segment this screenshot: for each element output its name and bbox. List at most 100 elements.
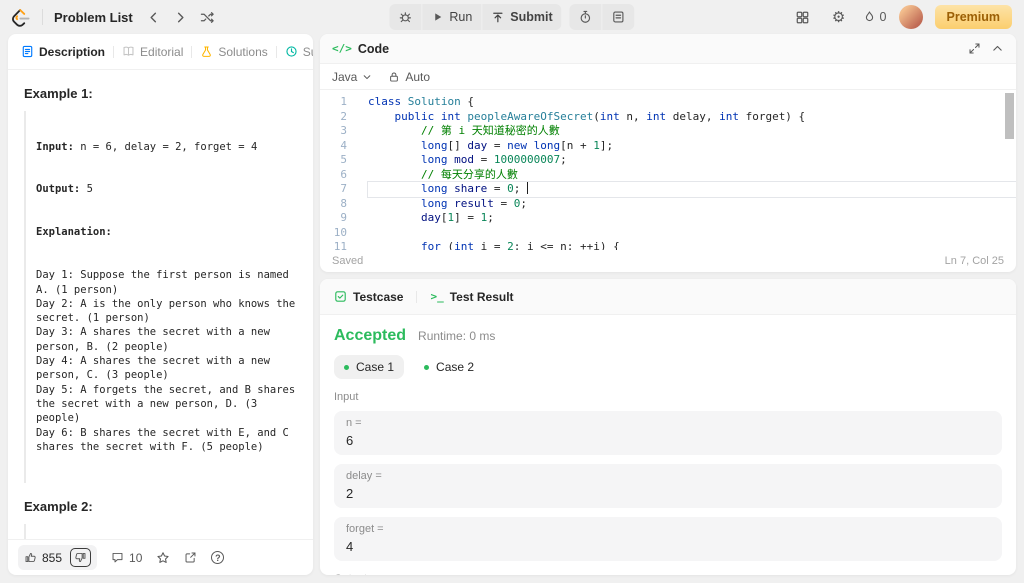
tab-divider <box>416 290 418 303</box>
like-count: 855 <box>42 550 63 565</box>
navbar-right: ⚙ 0 Premium <box>791 5 1012 29</box>
code-gutter: 1 2 3 4 5 6 7 8 9 10 11 <box>320 95 356 250</box>
editor-scrollbar-thumb[interactable] <box>1005 93 1014 139</box>
submit-button[interactable]: Submit <box>482 4 562 30</box>
testcase-field-forget: forget = 4 <box>334 517 1002 561</box>
case-label: Case 2 <box>436 360 475 374</box>
code-line[interactable]: long result = 0; <box>368 197 1016 212</box>
tab-editorial[interactable]: Editorial <box>115 41 190 63</box>
debug-button[interactable] <box>389 4 422 30</box>
tab-divider <box>113 45 115 58</box>
next-problem-button[interactable] <box>169 5 193 29</box>
save-status: Saved <box>332 255 364 267</box>
book-icon <box>123 46 134 56</box>
code-line[interactable]: class Solution { <box>368 95 1016 110</box>
code-line[interactable]: public int peopleAwareOfSecret(int n, in… <box>368 110 1016 125</box>
submit-label: Submit <box>510 10 553 24</box>
input-label: Input: <box>36 140 74 153</box>
code-editor[interactable]: 1 2 3 4 5 6 7 8 9 10 11 class Solution { public in… <box>320 90 1016 250</box>
result-row: Accepted Runtime: 0 ms <box>334 327 1002 345</box>
expand-icon[interactable] <box>968 42 981 55</box>
gear-icon: ⚙ <box>831 8 846 26</box>
case-status-dot <box>424 364 430 370</box>
code-line[interactable]: long mod = 1000000007; <box>368 153 1016 168</box>
language-select[interactable]: Java <box>332 70 372 84</box>
tab-label: Solutions <box>218 44 268 59</box>
chevron-up-icon[interactable] <box>991 42 1004 55</box>
settings-button[interactable]: ⚙ <box>827 5 851 29</box>
line-number: 4 <box>340 138 347 152</box>
line-number: 10 <box>333 225 347 239</box>
navbar-center: Run Submit <box>389 4 635 30</box>
tab-label: Submissions <box>302 44 313 59</box>
code-icon: </> <box>332 42 352 55</box>
tab-solutions[interactable]: Solutions <box>193 41 274 63</box>
field-label: delay = <box>346 470 382 482</box>
note-icon <box>613 11 624 23</box>
line-number: 2 <box>340 109 347 123</box>
code-panel-header: </> Code <box>320 34 1016 64</box>
code-line[interactable]: day[1] = 1; <box>368 211 1016 226</box>
text-cursor <box>526 182 529 194</box>
avatar[interactable] <box>898 5 923 29</box>
tab-label: Description <box>39 44 106 59</box>
flask-icon <box>202 46 212 57</box>
like-button[interactable]: 855 <box>24 551 62 565</box>
tab-divider <box>275 45 277 58</box>
case-status-dot <box>344 364 349 370</box>
run-label: Run <box>449 10 473 24</box>
tab-description[interactable]: Description <box>14 41 112 63</box>
problem-description-content: Example 1: Input: n = 6, delay = 2, forg… <box>8 70 313 539</box>
leetcode-logo-icon[interactable] <box>12 8 31 27</box>
autocomplete-toggle[interactable]: Auto <box>388 70 430 84</box>
layout-button[interactable] <box>791 5 815 29</box>
tab-testcase[interactable]: Testcase <box>334 290 403 304</box>
check-square-icon <box>335 291 346 302</box>
code-header-actions <box>968 42 1004 55</box>
document-icon <box>22 45 33 58</box>
bug-icon <box>399 12 411 23</box>
case-label: Case 1 <box>356 360 395 374</box>
code-line[interactable]: // 每天分享的人數 <box>368 168 1016 183</box>
right-column: </> Code Java Auto 1 2 3 4 5 6 7 8 9 10 11 <box>320 34 1016 575</box>
top-navbar: Problem List Run Submit ⚙ 0 Premium <box>0 0 1024 34</box>
code-line[interactable]: for (int i = 2; i <= n; ++i) { <box>368 240 1016 250</box>
streak-indicator[interactable]: 0 <box>863 10 887 24</box>
tab-submissions[interactable]: Submissions <box>278 41 313 63</box>
random-problem-button[interactable] <box>196 5 220 29</box>
line-number: 6 <box>340 167 347 181</box>
input-value: n = 6, delay = 2, forget = 4 <box>73 140 258 153</box>
case-tab-2[interactable]: Case 2 <box>414 355 484 379</box>
cursor-position: Ln 7, Col 25 <box>944 255 1004 267</box>
play-icon <box>435 13 442 21</box>
output-value: 5 <box>80 183 93 196</box>
case-tab-1[interactable]: Case 1 <box>334 355 405 379</box>
thumbs-down-icon <box>75 552 86 563</box>
example-title: Example 2: <box>24 498 93 514</box>
case-tab-row: Case 1 Case 2 <box>334 355 1002 379</box>
comments-button[interactable]: 10 <box>111 551 142 565</box>
field-label: forget = <box>346 523 384 535</box>
code-line[interactable]: // 第 i 天知道秘密的人數 <box>368 124 1016 139</box>
tab-test-result[interactable]: >_ Test Result <box>430 290 513 304</box>
notes-button[interactable] <box>602 4 635 30</box>
favorite-button[interactable] <box>156 551 170 565</box>
share-button[interactable] <box>184 551 197 564</box>
input-section-label: Input <box>334 391 359 403</box>
description-panel: Description Editorial Solutions Submissi… <box>8 34 313 575</box>
example-input: Input: n = 6, delay = 2, forget = 4 <box>36 140 297 154</box>
premium-button[interactable]: Premium <box>934 5 1012 29</box>
share-icon <box>185 552 196 563</box>
run-button[interactable]: Run <box>422 4 482 30</box>
code-line[interactable] <box>368 226 1016 241</box>
code-lines: class Solution { public int peopleAwareO… <box>356 95 1016 250</box>
dislike-button[interactable] <box>70 548 92 567</box>
code-line[interactable]: long share = 0; <box>367 181 1016 198</box>
help-button[interactable]: ? <box>211 551 225 564</box>
chevron-left-icon <box>150 12 157 22</box>
chevron-right-icon <box>178 12 184 22</box>
problem-list-link[interactable]: Problem List <box>54 10 133 25</box>
timer-button[interactable] <box>569 4 602 30</box>
code-line[interactable]: long[] day = new long[n + 1]; <box>368 139 1016 154</box>
prev-problem-button[interactable] <box>142 5 166 29</box>
